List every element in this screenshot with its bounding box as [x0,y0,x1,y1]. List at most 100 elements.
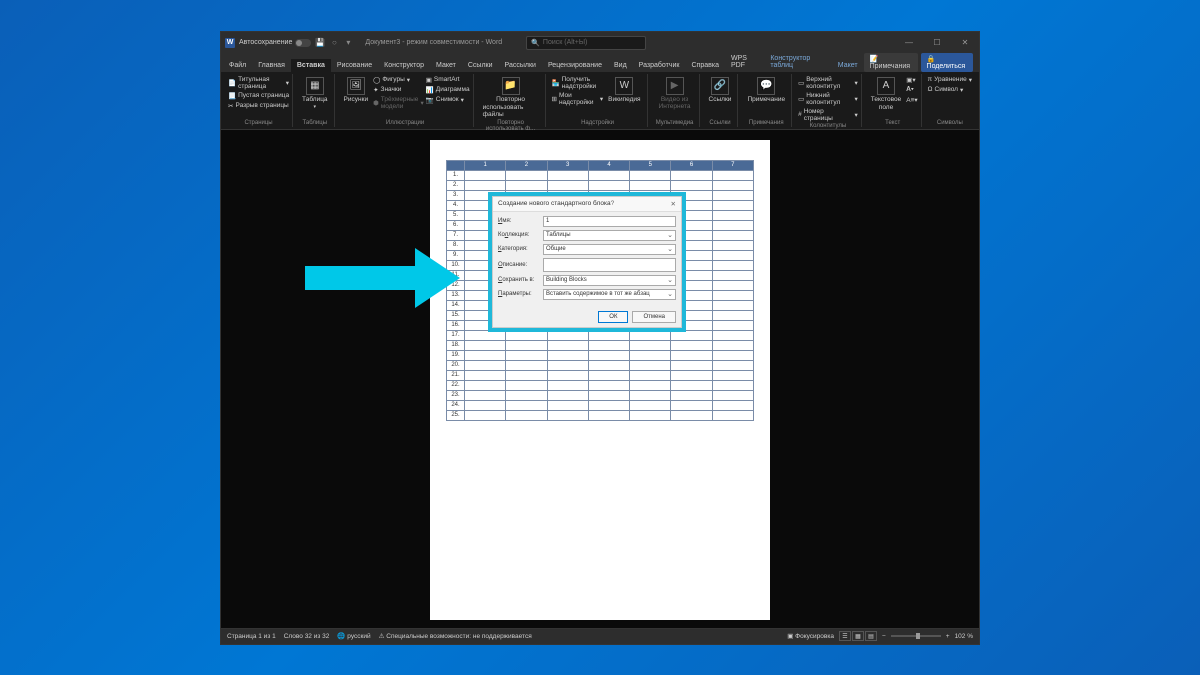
reuse-icon: 📁 [502,77,520,95]
reuse-files-button[interactable]: 📁Повторноиспользовать файлы [480,75,542,120]
desc-label: Описание: [498,262,540,268]
blank-page-button[interactable]: 📃 Пустая страница [228,91,289,101]
tab-draw[interactable]: Рисование [331,59,378,72]
search-input[interactable]: 🔍 Поиск (Alt+Ы) [526,36,646,50]
savein-select[interactable]: Building Blocks [543,275,676,286]
quickparts-button[interactable]: ▣▾ [906,75,917,85]
zoom-in-icon[interactable]: + [946,633,950,640]
header-button[interactable]: ▭ Верхний колонтитул ▾ [798,75,858,91]
group-label: Таблицы [299,120,331,126]
group-label: Иллюстрации [341,120,470,126]
dialog-titlebar: Создание нового стандартного блока ? ✕ [493,197,681,212]
save-icon[interactable]: 💾 [315,38,325,48]
tab-dev[interactable]: Разработчик [633,59,686,72]
desc-input[interactable] [543,258,676,272]
icons-button[interactable]: ✦ Значки [373,85,424,95]
tab-refs[interactable]: Ссылки [462,59,499,72]
screenshot-button[interactable]: 📷 Снимок ▾ [426,95,470,105]
word-count[interactable]: Слово 32 из 32 [284,633,330,640]
circle-icon[interactable]: ○ [329,38,339,48]
search-placeholder: Поиск (Alt+Ы) [543,39,587,46]
shapes-button[interactable]: ◯ Фигуры ▾ [373,75,424,85]
focus-button[interactable]: ▣ Фокусировка [787,632,834,640]
comments-button[interactable]: 📝 Примечания [864,53,918,72]
tab-view[interactable]: Вид [608,59,633,72]
smartart-button[interactable]: ▣ SmartArt [426,75,470,85]
page-break-button[interactable]: ✂ Разрыв страницы [228,101,289,111]
print-layout-icon[interactable]: ▦ [852,631,864,641]
my-addins-button[interactable]: ⊞ Мои надстройки ▾ [552,91,604,107]
tab-table-layout[interactable]: Макет [832,59,864,72]
dialog-body: Имя:1 Коллекция:Таблицы Категория:Общие … [493,212,681,307]
word-icon: W [225,38,235,48]
group-tables: ▦Таблица▾ Таблицы [296,74,335,127]
equation-button[interactable]: π Уравнение ▾ [928,75,972,85]
get-addins-button[interactable]: 🏪 Получить надстройки [552,75,604,91]
autosave-toggle[interactable] [295,39,311,47]
title-page-button[interactable]: 📄 Титульная страница ▾ [228,75,289,91]
close-button[interactable]: ✕ [955,38,975,47]
web-layout-icon[interactable]: ▤ [865,631,877,641]
page-number-button[interactable]: # Номер страницы ▾ [798,107,858,123]
tab-mail[interactable]: Рассылки [499,59,542,72]
zoom-out-icon[interactable]: − [882,633,886,640]
dialog-help-icon[interactable]: ? [611,200,615,207]
dialog-title: Создание нового стандартного блока [498,200,611,207]
tab-home[interactable]: Главная [252,59,291,72]
tab-table-design[interactable]: Конструктор таблиц [764,52,831,72]
gallery-select[interactable]: Таблицы [543,230,676,241]
link-icon: 🔗 [711,77,729,95]
savein-label: Сохранить в: [498,277,540,283]
maximize-button[interactable]: ☐ [927,38,947,47]
create-building-block-dialog: Создание нового стандартного блока ? ✕ И… [492,196,682,328]
links-button[interactable]: 🔗Ссылки [706,75,735,105]
zoom-level[interactable]: 102 % [955,633,973,640]
tab-help[interactable]: Справка [686,59,725,72]
tab-insert[interactable]: Вставка [291,59,331,72]
page-indicator[interactable]: Страница 1 из 1 [227,633,276,640]
chart-button[interactable]: 📊 Диаграмма [426,85,470,95]
autosave-group: Автосохранение [239,39,311,47]
category-select[interactable]: Общие [543,244,676,255]
group-label: Мультимедиа [654,120,696,126]
pictures-button[interactable]: 🖼Рисунки [341,75,372,111]
wordart-button[interactable]: 𝐀▾ [906,85,917,95]
document-area[interactable]: 12345671.2.3.4.5.6.7.8.9.10.11.12.13.14.… [221,130,979,628]
tab-review[interactable]: Рецензирование [542,59,608,72]
footer-button[interactable]: ▭ Нижний колонтитул ▾ [798,91,858,107]
dialog-close-icon[interactable]: ✕ [671,200,676,208]
share-button[interactable]: 🔒 Поделиться [921,53,973,72]
video-icon: ▶ [666,77,684,95]
minimize-button[interactable]: — [899,38,919,47]
table-button[interactable]: ▦Таблица▾ [299,75,331,112]
symbol-button[interactable]: Ω Символ ▾ [928,85,972,95]
textbox-icon: A [877,77,895,95]
3d-models-button[interactable]: ⬢ Трёхмерные модели ▾ [373,95,424,111]
group-label: Колонтитулы [798,123,858,129]
online-video-button[interactable]: ▶Видео из Интернета [654,75,696,112]
options-select[interactable]: Вставить содержимое в тот же абзац [543,289,676,300]
cancel-button[interactable]: Отмена [632,311,676,323]
tab-file[interactable]: Файл [223,59,252,72]
lang-indicator[interactable]: 🌐 русский [337,632,370,640]
word-window: W Автосохранение 💾 ○ ▾ Документ3 - режим… [220,31,980,645]
accessibility-indicator[interactable]: ⚠ Специальные возможности: не поддержива… [379,632,532,640]
view-buttons: ☰ ▦ ▤ [839,631,877,641]
read-mode-icon[interactable]: ☰ [839,631,851,641]
page: 12345671.2.3.4.5.6.7.8.9.10.11.12.13.14.… [430,140,770,620]
tab-layout[interactable]: Макет [430,59,462,72]
tab-design[interactable]: Конструктор [378,59,430,72]
group-label: Страницы [228,120,289,126]
dropdown-icon[interactable]: ▾ [343,38,353,48]
wikipedia-button[interactable]: WВикипедия [605,75,643,107]
textbox-button[interactable]: AТекстовоеполе [868,75,905,113]
name-input[interactable]: 1 [543,216,676,227]
comment-icon: 💬 [757,77,775,95]
tab-wps[interactable]: WPS PDF [725,52,764,72]
dropcap-button[interactable]: A≡▾ [906,95,917,105]
ok-button[interactable]: ОК [598,311,628,323]
ribbon-tabs: Файл Главная Вставка Рисование Конструкт… [221,54,979,72]
comment-button[interactable]: 💬Примечание [744,75,788,105]
zoom-slider[interactable] [891,635,941,637]
group-addins: 🏪 Получить надстройки ⊞ Мои надстройки ▾… [549,74,648,127]
